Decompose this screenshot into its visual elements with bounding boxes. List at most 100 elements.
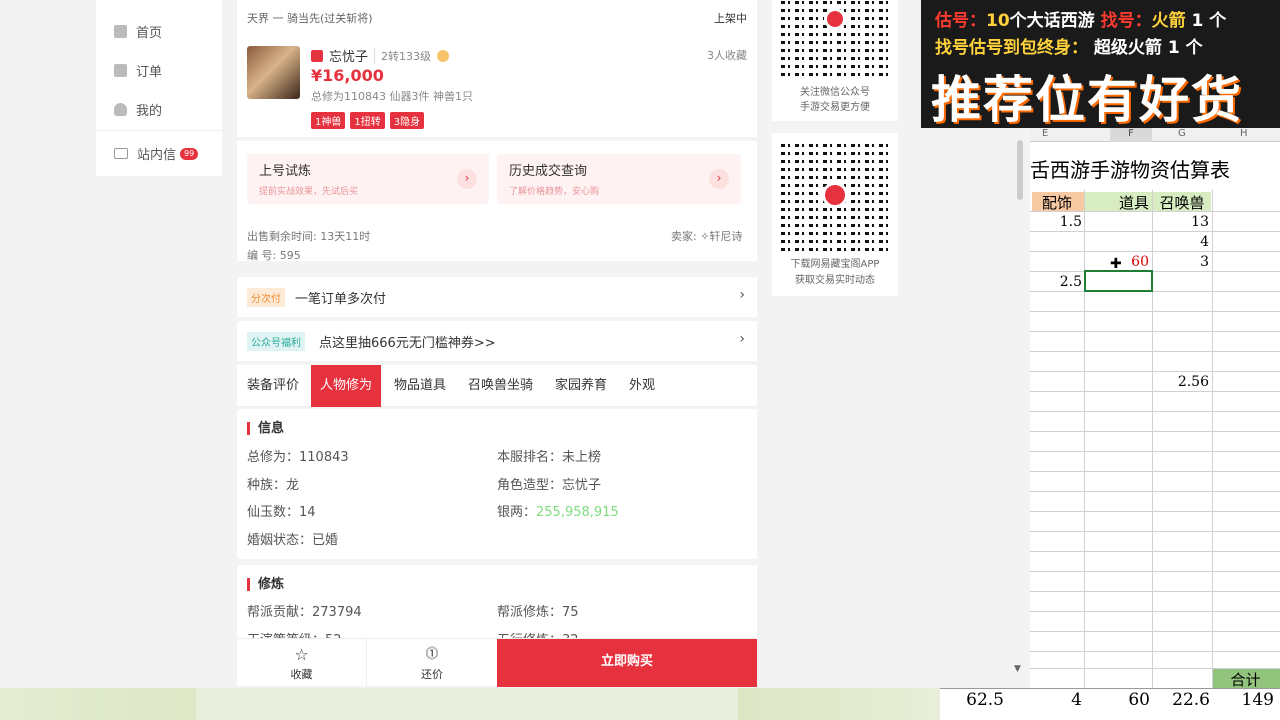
total-sum[interactable]: 149 [1214, 690, 1274, 710]
scrollbar-thumb[interactable] [1017, 140, 1023, 200]
total-f[interactable]: 4 [1008, 690, 1082, 710]
service-subtitle: 了解价格趋势，安心购 [509, 187, 600, 197]
sidebar-item-orders[interactable]: 订单 [114, 61, 162, 80]
qr-caption: 下载网易藏宝阁APP [790, 259, 880, 270]
buy-bar: ☆ 收藏 ⓵ 还价 立即购买 [237, 638, 757, 687]
sidebar-item-label: 首页 [136, 26, 163, 41]
total-e[interactable]: 62.5 [940, 690, 1004, 710]
bargain-label: 还价 [421, 668, 443, 681]
cell-g8[interactable]: 2.56 [1153, 374, 1209, 390]
sidebar-item-home[interactable]: 首页 [114, 22, 162, 41]
stat-total-cultivation: 总修为：110843 [247, 450, 349, 465]
tag-badge: 1扭转 [350, 112, 385, 129]
character-name[interactable]: 忘忧子 [329, 46, 368, 65]
sidebar-item-label: 我的 [136, 104, 163, 119]
header-cell[interactable]: 配饰 [1032, 192, 1082, 213]
coupon-row[interactable]: 公众号福利 点这里抽666元无门槛神券>> › [237, 321, 757, 361]
stat-guild-training: 帮派修炼：75 [497, 605, 579, 620]
favorite-label: 收藏 [290, 668, 313, 681]
installment-text: 一笔订单多次付 [295, 292, 387, 307]
chevron-right-icon: › [709, 169, 729, 189]
stat-server-rank: 本服排名：未上榜 [497, 450, 602, 465]
cell-e1[interactable]: 1.5 [1030, 214, 1082, 230]
app-logo-icon [824, 8, 846, 30]
column-header[interactable]: H [1240, 128, 1248, 139]
promo-banner: 估号：10个大话西游 找号：火箭 1 个 找号估号到包终身： 超级火箭 1 个 … [921, 0, 1280, 129]
coupon-tag: 公众号福利 [247, 332, 305, 351]
promo-line-2: 找号估号到包终身： 超级火箭 1 个 [935, 38, 1203, 58]
bargain-icon: ⓵ [425, 647, 439, 662]
column-header[interactable]: F [1110, 128, 1152, 142]
tag-badge: 1神兽 [311, 112, 346, 129]
promo-line-1: 估号：10个大话西游 找号：火箭 1 个 [935, 11, 1227, 31]
tab-cultivation[interactable]: 人物修为 [311, 365, 382, 407]
column-header[interactable]: G [1178, 128, 1186, 139]
stat-jade: 仙玉数：14 [247, 505, 316, 520]
qr-app: 下载网易藏宝阁APP 获取交易实时动态 [772, 133, 898, 296]
total-label: 合计 [1230, 671, 1261, 688]
tag-badge: 3隐身 [389, 112, 425, 129]
product-summary: 总修为110843 仙器3件 神兽1只 [311, 90, 473, 103]
sidebar-item-mine[interactable]: 我的 [114, 100, 162, 119]
info-icon[interactable] [437, 49, 450, 62]
scroll-down-icon[interactable]: ▼ [1014, 664, 1021, 674]
cell-e4[interactable]: 2.5 [1030, 274, 1082, 290]
stat-guild-contribution: 帮派贡献：273794 [247, 605, 362, 620]
coupon-text: 点这里抽666元无门槛神券>> [319, 336, 496, 351]
total-g-f[interactable]: 60 [1086, 690, 1150, 710]
bargain-button[interactable]: ⓵ 还价 [367, 639, 497, 687]
service-title: 上号试炼 [259, 164, 312, 179]
unread-badge: 99 [180, 147, 199, 160]
character-avatar[interactable] [247, 46, 300, 99]
sidebar-item-messages[interactable]: 站内信 99 [114, 144, 199, 163]
trial-service[interactable]: 上号试炼 提前实战效果，先试后买 › [247, 154, 489, 204]
tab-items[interactable]: 物品道具 [394, 365, 446, 407]
listing-id: 编 号: 595 [247, 249, 301, 262]
qr-wechat: 关注微信公众号 手游交易更方便 [772, 0, 898, 121]
stat-appearance: 角色造型：忘忧子 [497, 478, 602, 493]
installment-row[interactable]: 分次付 一笔订单多次付 › [237, 277, 757, 317]
stat-silver-label: 银两： [497, 505, 537, 520]
qr-caption: 获取交易实时动态 [795, 275, 875, 286]
character-level: 2转133级 [374, 47, 431, 64]
chevron-right-icon: › [457, 169, 477, 189]
selected-cell-f4[interactable] [1084, 270, 1153, 292]
header-cell[interactable]: 道具 [1085, 192, 1149, 213]
sidebar: 首页 订单 我的 站内信 99 [96, 0, 222, 176]
section-heading: 信息 [247, 422, 284, 435]
home-icon [114, 25, 127, 38]
history-service[interactable]: 历史成交查询 了解价格趋势，安心购 › [497, 154, 741, 204]
buy-now-button[interactable]: 立即购买 [497, 639, 757, 687]
tab-pets[interactable]: 召唤兽坐骑 [468, 365, 533, 407]
divider [96, 130, 222, 131]
sidebar-item-label: 订单 [136, 65, 163, 80]
stat-marriage: 婚姻状态：已婚 [247, 533, 339, 548]
tab-home[interactable]: 家园养育 [555, 365, 607, 407]
price: ¥16,000 [311, 66, 384, 85]
tab-appearance[interactable]: 外观 [629, 365, 655, 407]
race-icon [311, 49, 323, 62]
cell-g1[interactable]: 13 [1153, 214, 1209, 230]
column-header[interactable]: E [1042, 128, 1048, 139]
cell-g2[interactable]: 4 [1153, 234, 1209, 250]
listing-status: 上架中 [714, 12, 747, 25]
user-icon [114, 103, 127, 116]
cell-g3[interactable]: 3 [1153, 254, 1209, 270]
favorite-button[interactable]: ☆ 收藏 [237, 639, 367, 687]
seller-name[interactable]: ✧轩尼诗 [700, 230, 742, 243]
header-cell[interactable]: 召唤兽 [1153, 192, 1211, 213]
service-title: 历史成交查询 [509, 164, 588, 179]
promo-headline: 推荐位有好货 [931, 71, 1243, 129]
sidebar-item-label: 站内信 [137, 148, 177, 163]
decor-strip [738, 688, 938, 720]
spreadsheet[interactable]: E F G H 舌西游手游物资估算表 配饰 道具 召唤兽 1.5 13 4 60… [1030, 128, 1280, 688]
server-name: 天界 一 骑当先(过关斩将) [247, 12, 373, 25]
tab-equipment[interactable]: 装备评价 [247, 365, 299, 407]
time-remaining: 出售剩余时间: 13天11时 [247, 230, 371, 243]
mail-icon [114, 148, 128, 159]
section-heading: 修炼 [247, 578, 284, 591]
total-g[interactable]: 22.6 [1152, 690, 1210, 710]
service-subtitle: 提前实战效果，先试后买 [259, 187, 359, 197]
favorite-count: 3人收藏 [707, 49, 747, 62]
app-logo-icon [822, 182, 848, 208]
